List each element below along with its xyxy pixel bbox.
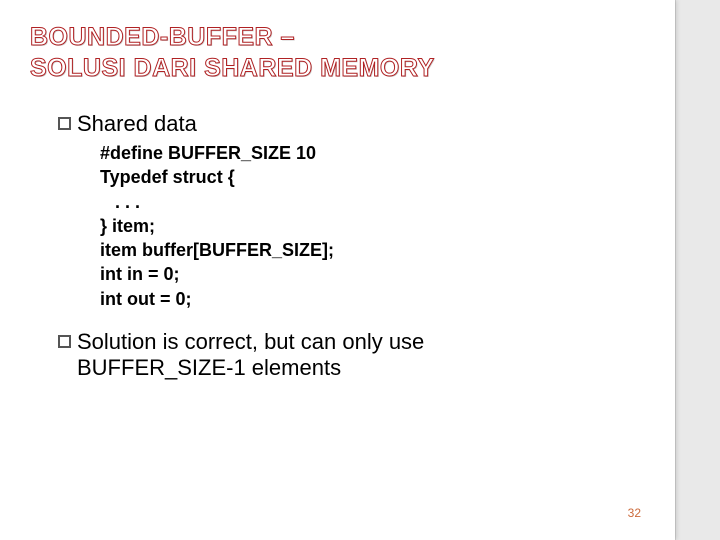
slide-title: BOUNDED-BUFFER – SOLUSI DARI SHARED MEMO… xyxy=(30,22,645,83)
bullet-solution: Solution is correct, but can only use BU… xyxy=(58,329,645,381)
right-margin-strip xyxy=(675,0,720,540)
bullet-text-line1: Solution is correct, but can only use xyxy=(77,329,424,355)
slide: BOUNDED-BUFFER – SOLUSI DARI SHARED MEMO… xyxy=(0,0,675,540)
title-line-2: SOLUSI DARI SHARED MEMORY xyxy=(30,53,645,84)
square-bullet-icon xyxy=(58,117,71,130)
bullet-text-line2: BUFFER_SIZE-1 elements xyxy=(77,355,645,381)
title-line-1: BOUNDED-BUFFER – xyxy=(30,22,645,53)
page-number: 32 xyxy=(628,506,641,520)
square-bullet-icon xyxy=(58,335,71,348)
code-block: #define BUFFER_SIZE 10 Typedef struct { … xyxy=(100,141,645,311)
slide-content: Shared data #define BUFFER_SIZE 10 Typed… xyxy=(58,111,645,381)
bullet-text: Shared data xyxy=(77,111,197,137)
bullet-shared-data: Shared data xyxy=(58,111,645,137)
